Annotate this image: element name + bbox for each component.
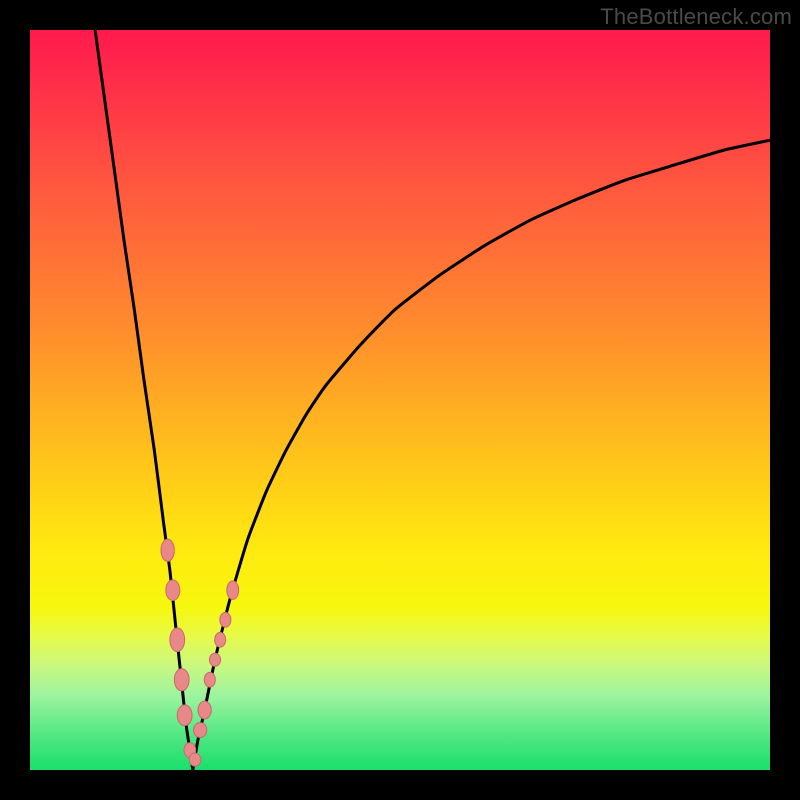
highlight-marker <box>170 628 185 652</box>
highlight-marker <box>177 705 192 726</box>
watermark-text: TheBottleneck.com <box>600 4 792 30</box>
curve-left-branch <box>95 30 193 770</box>
highlight-marker <box>161 539 174 561</box>
highlight-marker <box>166 580 180 601</box>
highlight-marker <box>189 753 201 766</box>
highlight-marker <box>227 581 239 600</box>
highlight-marker <box>194 723 207 738</box>
highlight-marker <box>174 669 189 691</box>
chart-frame: TheBottleneck.com <box>0 0 800 800</box>
highlight-marker <box>220 612 231 627</box>
plot-svg <box>30 30 770 770</box>
highlight-marker <box>215 632 226 647</box>
highlight-marker <box>204 672 215 687</box>
highlight-marker <box>198 701 211 719</box>
highlight-markers <box>161 539 239 766</box>
plot-gradient-background <box>30 30 770 770</box>
curve-right-branch <box>193 140 770 770</box>
highlight-marker <box>209 653 220 666</box>
